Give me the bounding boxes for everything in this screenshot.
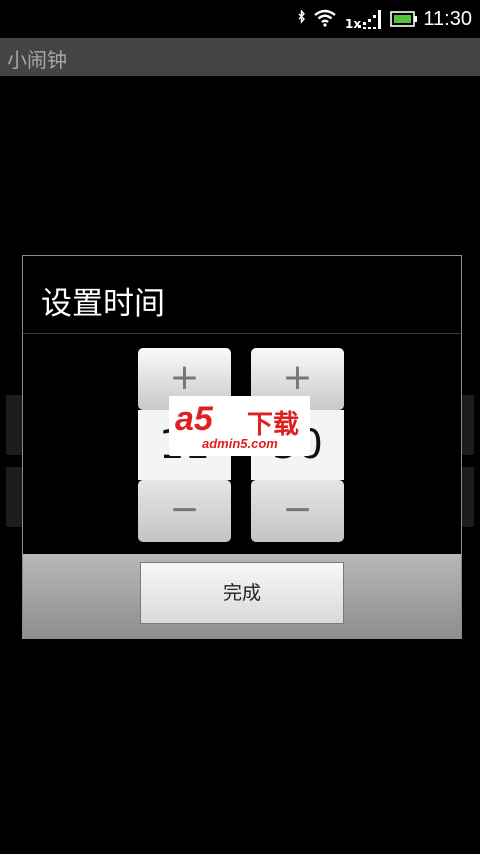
app-bar: 小闹钟 [0, 38, 480, 76]
signal-icon [357, 9, 383, 35]
done-button[interactable]: 完成 [140, 562, 344, 624]
app-title: 小闹钟 [7, 48, 67, 72]
dialog-title: 设置时间 [41, 286, 165, 322]
watermark-url: admin5.com [202, 436, 278, 451]
watermark-brand: a5 [175, 400, 213, 438]
bluetooth-icon [298, 9, 306, 28]
status-bar: 1x 11:30 [0, 0, 480, 38]
dialog-footer: 完成 [23, 554, 461, 638]
minute-decrement-button[interactable]: − [251, 480, 344, 542]
status-time: 11:30 [423, 8, 472, 30]
hour-decrement-button[interactable]: − [138, 480, 231, 542]
divider [23, 333, 461, 334]
battery-icon [390, 11, 418, 31]
wifi-icon [313, 9, 337, 31]
watermark-logo: a5 下载 admin5.com [169, 396, 310, 456]
